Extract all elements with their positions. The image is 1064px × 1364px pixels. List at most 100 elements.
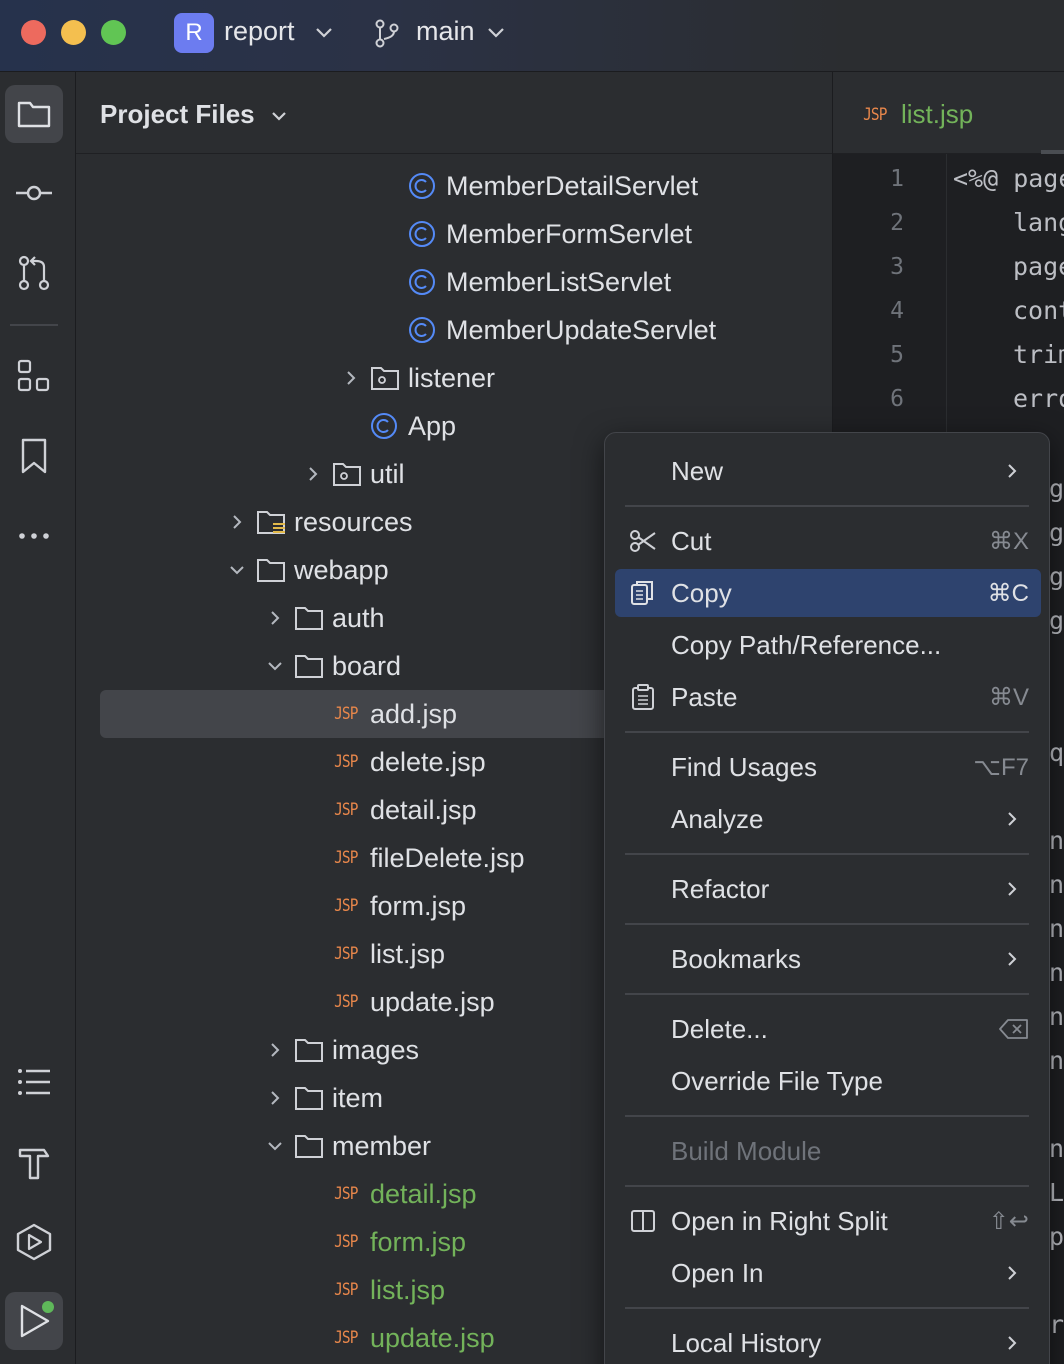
menu-item-label: Delete...: [671, 1014, 768, 1044]
menu-item-label: Override File Type: [671, 1066, 883, 1096]
code-line: trim: [1013, 340, 1064, 369]
code-fragment: nb: [1049, 1134, 1064, 1163]
menu-item-refactor[interactable]: Refactor: [615, 865, 1041, 913]
menu-item-copy[interactable]: Copy ⌘C: [615, 569, 1041, 617]
chevron-down-icon[interactable]: [256, 642, 294, 690]
menu-item-label: Analyze: [671, 804, 764, 834]
code-line: cont: [1013, 296, 1064, 325]
menu-item-copy-path[interactable]: Copy Path/Reference...: [615, 621, 1041, 669]
title-bar: R report main: [0, 0, 1064, 72]
bookmarks-tool-button[interactable]: [5, 427, 63, 485]
code-fragment: nb: [1049, 870, 1064, 899]
tree-node-label: form.jsp: [370, 890, 467, 921]
chevron-down-icon: [316, 28, 332, 38]
tree-node[interactable]: listener: [76, 354, 832, 402]
menu-item-delete[interactable]: Delete...: [615, 1005, 1041, 1053]
chevron-down-icon: [488, 28, 504, 38]
chevron-right-icon[interactable]: [256, 594, 294, 642]
menu-item-label: Open In: [671, 1258, 764, 1288]
jsp-file-icon: JSP: [334, 1328, 358, 1348]
tree-node-label: delete.jsp: [370, 746, 486, 777]
menu-item-build-module: Build Module: [615, 1127, 1041, 1175]
jsp-file-icon: JSP: [334, 848, 358, 868]
editor-tab-label: list.jsp: [901, 99, 974, 129]
menu-item-find-usages[interactable]: Find Usages ⌥F7: [615, 743, 1041, 791]
chevron-right-icon[interactable]: [218, 498, 256, 546]
line-number: 4: [890, 298, 904, 324]
copy-icon: [629, 579, 657, 607]
tree-node-label: detail.jsp: [370, 1178, 477, 1209]
commit-tool-button[interactable]: [5, 164, 63, 222]
tree-node-label: App: [408, 410, 457, 441]
structure-icon: [17, 359, 50, 392]
zoom-window-button[interactable]: [101, 20, 126, 45]
tree-node[interactable]: MemberListServlet: [76, 258, 832, 306]
menu-item-new[interactable]: New: [615, 447, 1041, 495]
folder-icon: [294, 642, 332, 690]
chevron-right-icon[interactable]: [294, 450, 332, 498]
tree-node[interactable]: MemberUpdateServlet: [76, 306, 832, 354]
chevron-right-icon[interactable]: [332, 354, 370, 402]
pull-requests-tool-button[interactable]: [5, 244, 63, 302]
tree-node-label: webapp: [294, 554, 389, 585]
run-tool-button[interactable]: [5, 1292, 63, 1350]
tree-node-label: member: [332, 1130, 432, 1161]
jsp-file-icon: JSP: [334, 1184, 358, 1204]
menu-item-open-in-right-split[interactable]: Open in Right Split ⇧↩: [615, 1197, 1041, 1245]
jsp-file-icon: JSP: [334, 896, 358, 916]
build-tool-button[interactable]: [5, 1133, 63, 1191]
jsp-file-icon: JSP: [334, 944, 358, 964]
chevron-down-icon[interactable]: [218, 546, 256, 594]
code-line: lang: [1013, 208, 1064, 237]
close-window-button[interactable]: [21, 20, 46, 45]
project-view-selector[interactable]: Project Files: [100, 99, 288, 130]
structure-tool-button[interactable]: [5, 347, 63, 405]
tree-node-label: form.jsp: [370, 1226, 467, 1257]
chevron-right-icon: [1008, 464, 1017, 478]
tree-node-label: fileDelete.jsp: [370, 842, 525, 873]
code-fragment: ge: [1049, 562, 1064, 591]
menu-item-label: Bookmarks: [671, 944, 802, 974]
project-tool-button[interactable]: [5, 85, 63, 143]
chevron-down-icon[interactable]: [256, 1122, 294, 1170]
menu-item-paste[interactable]: Paste ⌘V: [615, 673, 1041, 721]
menu-item-shortcut: ⌥F7: [973, 754, 1029, 781]
tree-node[interactable]: MemberDetailServlet: [76, 162, 832, 210]
tree-node-label: MemberFormServlet: [446, 218, 693, 249]
services-icon: [16, 1223, 52, 1261]
menu-item-bookmarks[interactable]: Bookmarks: [615, 935, 1041, 983]
menu-item-open-in[interactable]: Open In: [615, 1249, 1041, 1297]
jsp-file-icon: JSP: [334, 1280, 358, 1300]
tree-node-label: update.jsp: [370, 1322, 495, 1353]
todo-tool-button[interactable]: [5, 1053, 63, 1111]
class-icon: [408, 306, 446, 354]
services-tool-button[interactable]: [5, 1213, 63, 1271]
menu-separator: [625, 1185, 1029, 1187]
jsp-file-icon: JSP: [334, 992, 358, 1012]
tree-node-label: images: [332, 1034, 420, 1065]
jsp-file-icon: JSP: [334, 800, 358, 820]
folder-icon: [294, 1074, 332, 1122]
chevron-right-icon: [1008, 812, 1017, 826]
menu-item-cut[interactable]: Cut ⌘X: [615, 517, 1041, 565]
menu-separator: [625, 505, 1029, 507]
menu-item-analyze[interactable]: Analyze: [615, 795, 1041, 843]
menu-item-local-history[interactable]: Local History: [615, 1319, 1041, 1364]
jsp-file-icon: JSP: [334, 752, 358, 772]
line-number: 3: [890, 254, 904, 280]
menu-item-label: Cut: [671, 526, 712, 556]
chevron-right-icon[interactable]: [256, 1074, 294, 1122]
project-badge: R: [174, 13, 214, 53]
menu-item-override-file-type[interactable]: Override File Type: [615, 1057, 1041, 1105]
minimize-window-button[interactable]: [61, 20, 86, 45]
chevron-right-icon[interactable]: [256, 1026, 294, 1074]
tree-node[interactable]: MemberFormServlet: [76, 210, 832, 258]
code-fragment: ge: [1049, 474, 1064, 503]
menu-separator: [625, 853, 1029, 855]
class-icon: [408, 210, 446, 258]
delete-key-icon: [999, 1019, 1028, 1039]
more-tools-button[interactable]: [5, 507, 63, 565]
code-fragment: rt: [1049, 1310, 1064, 1339]
class-icon: [408, 162, 446, 210]
tree-node-label: MemberUpdateServlet: [446, 314, 717, 345]
